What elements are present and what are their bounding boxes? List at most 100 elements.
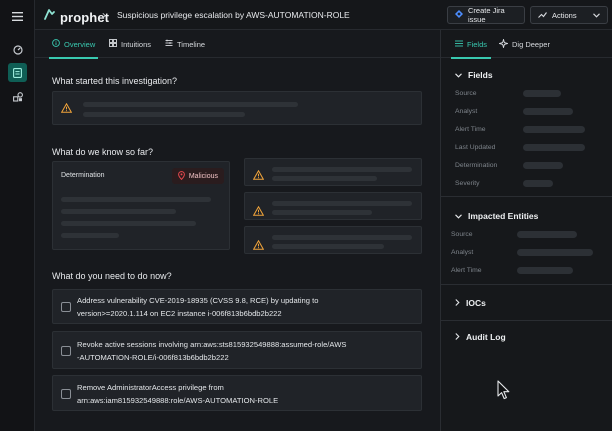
- create-jira-issue-label: Create Jira issue: [468, 6, 505, 24]
- field-label: Determination: [455, 162, 498, 169]
- tab-timeline[interactable]: Timeline: [165, 30, 205, 58]
- skeleton-line: [272, 244, 384, 249]
- entity-value-skeleton: [517, 249, 593, 256]
- chevron-down-icon: [455, 211, 462, 221]
- impacted-entities-title: Impacted Entities: [468, 211, 539, 221]
- skeleton-line: [272, 235, 412, 240]
- actions-button[interactable]: Actions: [530, 6, 608, 24]
- tab-intuitions[interactable]: Intuitions: [109, 30, 151, 58]
- investigations-icon[interactable]: [8, 63, 27, 82]
- field-label: Alert Time: [455, 126, 486, 133]
- tab-overview[interactable]: Overview: [48, 30, 99, 59]
- entity-label: Alert Time: [451, 267, 482, 274]
- integrations-icon[interactable]: [8, 87, 27, 106]
- warning-icon: [252, 237, 265, 255]
- determination-card: Determination Malicious: [52, 161, 230, 250]
- finding-card-2: [244, 192, 422, 220]
- field-label: Source: [455, 90, 477, 97]
- field-value-skeleton: [523, 90, 561, 97]
- task-checkbox[interactable]: [61, 389, 71, 399]
- create-jira-issue-button[interactable]: Create Jira issue: [447, 6, 525, 24]
- warning-icon: [252, 167, 265, 185]
- chevron-right-icon: [455, 298, 460, 308]
- entity-label: Source: [451, 231, 473, 238]
- field-value-skeleton: [523, 144, 585, 151]
- skeleton-line: [83, 112, 245, 117]
- skeleton-line: [61, 209, 176, 214]
- location-pin-icon: [177, 170, 185, 182]
- task-text-line1: Revoke active sessions involving arn:aws…: [77, 340, 347, 349]
- field-value-skeleton: [523, 126, 585, 133]
- audit-log-title: Audit Log: [466, 332, 506, 342]
- details-panel: Fields Dig Deeper Fields Source Analyst …: [440, 30, 612, 431]
- chevron-down-icon: [593, 11, 600, 20]
- jira-icon: [455, 10, 463, 20]
- field-label: Last Updated: [455, 144, 496, 151]
- top-bar: prophet › Suspicious privilege escalatio…: [35, 0, 612, 30]
- trigger-card: [52, 91, 422, 125]
- entity-label: Analyst: [451, 249, 474, 256]
- impacted-entities-section-header[interactable]: Impacted Entities: [455, 211, 538, 221]
- finding-card-1: [244, 158, 422, 186]
- fields-section-title: Fields: [468, 70, 493, 80]
- page-title: Suspicious privilege escalation by AWS-A…: [117, 10, 350, 20]
- audit-log-section-header[interactable]: Audit Log: [455, 332, 506, 342]
- tab-timeline-label: Timeline: [177, 39, 206, 49]
- task-checkbox[interactable]: [61, 302, 71, 312]
- chevron-right-icon: [455, 332, 460, 342]
- fields-section-header[interactable]: Fields: [455, 70, 493, 80]
- section-divider: [441, 284, 612, 285]
- finding-card-3: [244, 226, 422, 254]
- task-text-line1: Address vulnerability CVE-2019-18935 (CV…: [77, 296, 319, 305]
- section-divider: [441, 196, 612, 197]
- tab-dig-deeper-label: Dig Deeper: [512, 39, 550, 49]
- skeleton-line: [61, 221, 196, 226]
- actions-icon: [538, 11, 547, 20]
- breadcrumb-separator: ›: [102, 8, 106, 22]
- skeleton-line: [272, 210, 372, 215]
- field-label: Analyst: [455, 108, 478, 115]
- iocs-title: IOCs: [466, 298, 486, 308]
- chevron-down-icon: [455, 70, 462, 80]
- grid-icon: [109, 39, 117, 49]
- skeleton-line: [83, 102, 298, 107]
- brand-logo[interactable]: prophet: [43, 8, 109, 26]
- warning-icon: [252, 203, 265, 221]
- overview-content: What started this investigation? What do…: [35, 58, 440, 431]
- task-item-1: Address vulnerability CVE-2019-18935 (CV…: [52, 289, 422, 324]
- mouse-cursor-icon: [497, 380, 511, 405]
- field-label: Severity: [455, 180, 480, 187]
- actions-label: Actions: [552, 10, 577, 20]
- field-value-skeleton: [523, 180, 553, 187]
- task-text-line2: version>=2020.1.114 on EC2 instance i-00…: [77, 309, 282, 318]
- tab-overview-label: Overview: [64, 39, 96, 49]
- warning-icon: [60, 100, 73, 118]
- skeleton-line: [61, 233, 119, 238]
- determination-value: Malicious: [188, 172, 218, 180]
- tab-fields[interactable]: Fields: [450, 30, 492, 59]
- left-rail: [0, 0, 35, 431]
- iocs-section-header[interactable]: IOCs: [455, 298, 486, 308]
- field-value-skeleton: [523, 108, 573, 115]
- skeleton-line: [272, 176, 377, 181]
- tab-fields-label: Fields: [467, 39, 488, 49]
- main-tabs: Overview Intuitions Timeline: [35, 30, 440, 59]
- skeleton-line: [61, 197, 211, 202]
- section-title-todo: What do you need to do now?: [52, 271, 172, 281]
- task-checkbox[interactable]: [61, 346, 71, 356]
- field-value-skeleton: [523, 162, 563, 169]
- dashboard-icon[interactable]: [8, 40, 27, 59]
- task-item-3: Remove AdministratorAccess privilege fro…: [52, 375, 422, 411]
- timeline-icon: [165, 39, 173, 49]
- tab-intuitions-label: Intuitions: [121, 39, 152, 49]
- task-text-line1: Remove AdministratorAccess privilege fro…: [77, 383, 224, 392]
- menu-icon[interactable]: [8, 7, 27, 26]
- list-icon: [455, 40, 463, 49]
- task-text-line2: arn:aws:iam815932549888:role/AWS-AUTOMAT…: [77, 396, 279, 405]
- tab-dig-deeper[interactable]: Dig Deeper: [497, 30, 550, 58]
- determination-label: Determination: [61, 172, 105, 179]
- entity-value-skeleton: [517, 267, 573, 274]
- panel-tabs: Fields Dig Deeper: [441, 30, 612, 59]
- task-text-line2: -AUTOMATION-ROLE/i-006f813b6bdb2b222: [77, 353, 229, 362]
- determination-badge: Malicious: [171, 168, 224, 184]
